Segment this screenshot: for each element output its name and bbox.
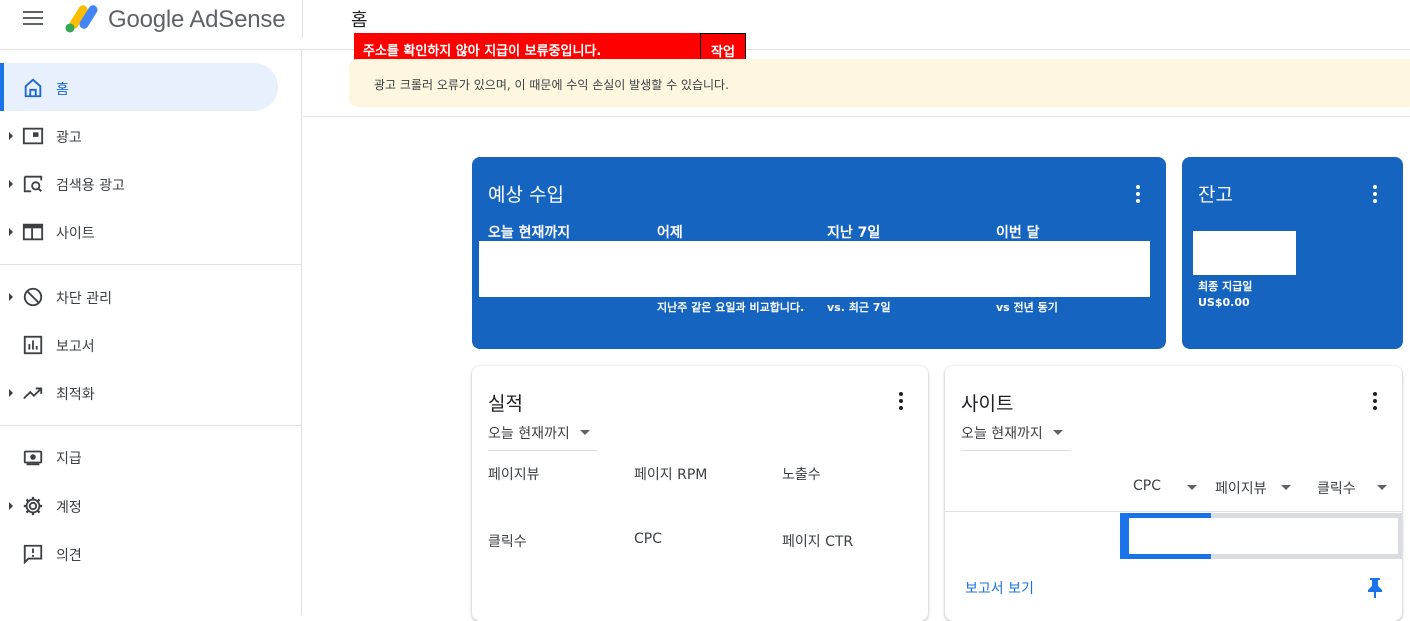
column-label: 지난 7일 — [827, 225, 881, 241]
sites-icon — [22, 223, 44, 241]
period-select-value: 오늘 현재까지 — [961, 426, 1043, 442]
sidebar-item-home[interactable]: 홈 — [0, 63, 278, 111]
sidebar-item-optimization[interactable]: 최적화 — [0, 368, 278, 416]
expand-arrow-icon — [9, 132, 13, 140]
feedback-icon — [23, 544, 43, 565]
chevron-down-icon — [1187, 485, 1197, 490]
period-select-value: 오늘 현재까지 — [488, 426, 570, 442]
divider — [0, 425, 302, 426]
expand-arrow-icon — [9, 293, 13, 301]
comparison-note: 지난주 같은 요일과 비교합니다. — [657, 301, 805, 314]
sidebar-item-feedback[interactable]: 의견 — [0, 529, 278, 577]
column-header-label: 클릭수 — [1317, 481, 1356, 497]
column-label: 이번 달 — [996, 225, 1040, 241]
block-icon — [23, 287, 43, 307]
view-report-link[interactable]: 보고서 보기 — [965, 578, 1034, 598]
column-header-label: CPC — [1133, 478, 1161, 494]
column-label: 어제 — [657, 225, 683, 241]
column-header-clicks[interactable]: 클릭수 — [1317, 478, 1389, 498]
divider — [302, 0, 303, 38]
comparison-note: vs 전년 동기 — [996, 301, 1058, 314]
expand-arrow-icon — [9, 180, 13, 188]
metric-label: 노출수 — [782, 467, 821, 483]
sidebar-item-label: 검색용 광고 — [56, 178, 125, 194]
card-title: 예상 수입 — [488, 184, 564, 206]
metric-label: 페이지뷰 — [488, 467, 540, 483]
sidebar-item-reports[interactable]: 보고서 — [0, 320, 278, 368]
sidebar-item-search-ads[interactable]: 검색용 광고 — [0, 159, 278, 207]
redacted-area — [1120, 513, 1402, 559]
metric-label: 페이지 CTR — [782, 534, 854, 550]
crawler-error-notice: 광고 크롤러 오류가 있으며, 이 때문에 수익 손실이 발생할 수 있습니다. — [349, 59, 1410, 107]
performance-card: 실적 오늘 현재까지 페이지뷰 페이지 RPM 노출수 클릭수 CPC 페이지 … — [472, 366, 928, 621]
last-payment-label: 최종 지급일 — [1198, 280, 1253, 293]
metric-label: CPC — [634, 531, 662, 547]
column-label: 오늘 현재까지 — [488, 225, 571, 241]
sidebar-item-label: 최적화 — [56, 387, 95, 403]
sidebar-item-payments[interactable]: 지급 — [0, 432, 278, 480]
sidebar-item-label: 보고서 — [56, 339, 95, 355]
last-payment-value: US$0.00 — [1198, 296, 1250, 309]
column-header-pageviews[interactable]: 페이지뷰 — [1215, 478, 1297, 498]
earnings-card: 예상 수입 오늘 현재까지 어제 지난 7일 이번 달 지난주 같은 요일과 비… — [472, 157, 1166, 349]
sidebar-item-account[interactable]: 계정 — [0, 481, 278, 529]
period-select[interactable]: 오늘 현재까지 — [488, 421, 598, 451]
column-header-label: 페이지뷰 — [1215, 481, 1267, 497]
gear-icon — [23, 496, 43, 516]
reports-icon — [23, 335, 43, 355]
sidebar-item-label: 사이트 — [56, 226, 95, 242]
brand-name: Google AdSense — [108, 6, 286, 33]
sidebar-item-sites[interactable]: 사이트 — [0, 207, 278, 255]
divider — [945, 511, 1402, 512]
sidebar-item-label: 계정 — [56, 500, 82, 516]
sidebar-item-label: 의견 — [56, 548, 82, 564]
card-title: 실적 — [488, 393, 523, 415]
more-options-icon[interactable] — [1372, 392, 1378, 412]
pin-icon[interactable] — [1366, 576, 1384, 598]
expand-arrow-icon — [9, 389, 13, 397]
optimization-icon — [23, 387, 43, 400]
home-icon — [24, 78, 42, 98]
more-options-icon[interactable] — [1135, 185, 1141, 205]
expand-arrow-icon — [9, 228, 13, 236]
sidebar: 홈 광고 검색용 광고 사이트 차단 관리 보고서 최적화 지급 계정 의견 — [0, 50, 302, 615]
metric-label: 클릭수 — [488, 534, 527, 550]
comparison-note: vs. 최근 7일 — [827, 301, 891, 314]
page-title: 홈 — [351, 10, 368, 31]
column-header-cpc[interactable]: CPC — [1133, 478, 1203, 494]
adsense-logo-icon — [65, 5, 98, 33]
ads-icon — [22, 127, 44, 145]
sites-card: 사이트 오늘 현재까지 CPC 페이지뷰 클릭수 보고서 보기 — [945, 366, 1402, 621]
redacted-area — [479, 241, 1150, 297]
divider — [0, 264, 302, 265]
more-options-icon[interactable] — [898, 392, 904, 412]
sidebar-item-label: 홈 — [56, 82, 69, 98]
balance-card: 잔고 최종 지급일 US$0.00 — [1182, 157, 1403, 349]
card-title: 사이트 — [961, 393, 1014, 415]
metric-label: 페이지 RPM — [634, 467, 708, 483]
sidebar-item-ads[interactable]: 광고 — [0, 111, 278, 159]
sidebar-item-label: 지급 — [56, 451, 82, 467]
more-options-icon[interactable] — [1372, 185, 1378, 205]
menu-icon[interactable] — [23, 11, 43, 27]
chevron-down-icon — [1377, 485, 1387, 490]
chevron-down-icon — [580, 430, 590, 435]
expand-arrow-icon — [9, 502, 13, 510]
search-ads-icon — [23, 175, 43, 193]
sidebar-item-block-controls[interactable]: 차단 관리 — [0, 272, 278, 320]
divider — [303, 116, 1410, 117]
period-select[interactable]: 오늘 현재까지 — [961, 421, 1071, 451]
card-title: 잔고 — [1198, 184, 1233, 206]
payments-icon — [23, 450, 43, 466]
sidebar-item-label: 차단 관리 — [56, 291, 112, 307]
redacted-area — [1129, 518, 1398, 554]
chevron-down-icon — [1053, 430, 1063, 435]
redacted-area — [1193, 231, 1296, 275]
sidebar-item-label: 광고 — [56, 130, 82, 146]
chevron-down-icon — [1281, 485, 1291, 490]
